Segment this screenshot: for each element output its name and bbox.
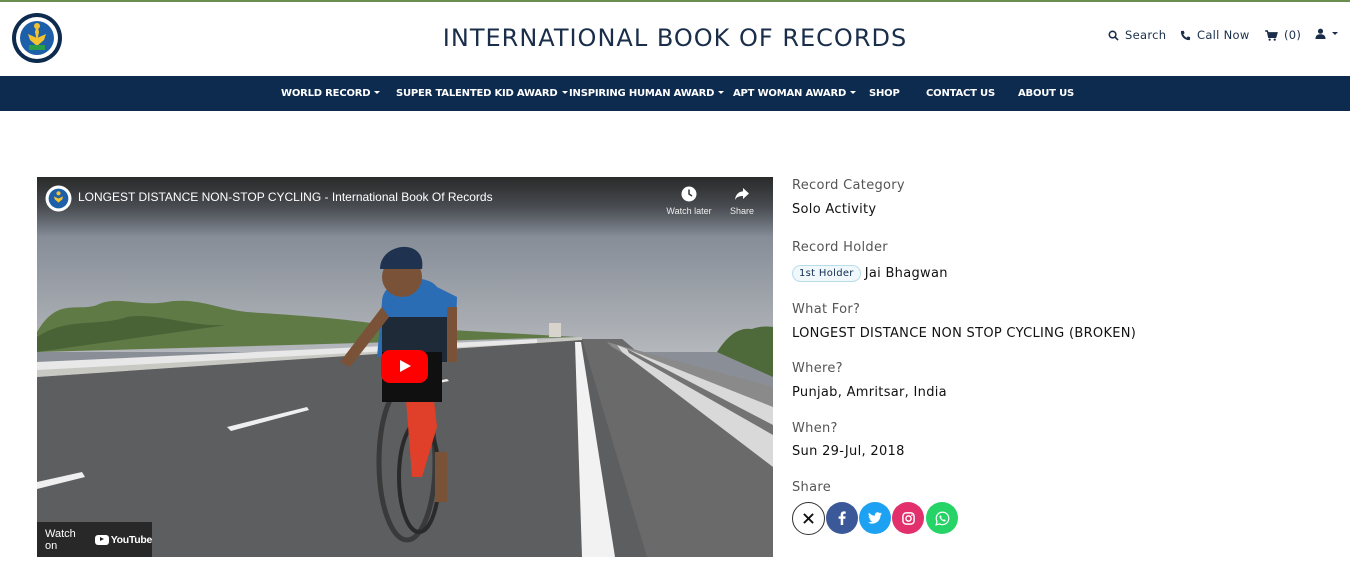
holder-rank-badge: 1st Holder — [792, 265, 861, 282]
chevron-down-icon — [1332, 32, 1338, 35]
instagram-icon — [901, 511, 915, 525]
record-holder-value: 1st Holder Jai Bhagwan — [792, 265, 948, 282]
holder-name[interactable]: Jai Bhagwan — [865, 266, 948, 281]
nav-item-label: SUPER TALENTED KID AWARD — [396, 88, 558, 99]
where-label: Where? — [792, 361, 843, 376]
user-icon — [1315, 28, 1326, 39]
channel-avatar[interactable] — [45, 185, 72, 212]
nav-about-us[interactable]: ABOUT US — [1018, 76, 1074, 111]
phone-icon — [1180, 30, 1191, 40]
what-for-value: LONGEST DISTANCE NON STOP CYCLING (BROKE… — [792, 326, 1137, 341]
call-now-label: Call Now — [1197, 28, 1250, 42]
nav-shop[interactable]: SHOP — [869, 76, 900, 111]
when-value: Sun 29-Jul, 2018 — [792, 444, 905, 459]
record-category-value: Solo Activity — [792, 202, 877, 217]
account-menu[interactable] — [1315, 28, 1338, 39]
search-label: Search — [1125, 28, 1167, 42]
share-arrow-icon — [735, 188, 749, 200]
watch-later-button[interactable]: Watch later — [659, 186, 719, 216]
cart-icon — [1265, 29, 1278, 41]
share-instagram-button[interactable] — [892, 502, 924, 534]
video-player[interactable]: LONGEST DISTANCE NON-STOP CYCLING - Inte… — [37, 177, 773, 557]
twitter-icon — [868, 512, 882, 524]
where-value: Punjab, Amritsar, India — [792, 385, 947, 400]
caret-down-icon — [561, 91, 568, 94]
site-header: INTERNATIONAL BOOK OF RECORDS Search Cal… — [0, 2, 1350, 76]
nav-item-label: SHOP — [869, 88, 900, 99]
play-button[interactable] — [381, 350, 428, 383]
video-share-label: Share — [729, 206, 755, 216]
when-label: When? — [792, 421, 838, 436]
nav-contact-us[interactable]: CONTACT US — [926, 76, 995, 111]
caret-down-icon — [374, 91, 381, 94]
search-icon — [1108, 30, 1119, 41]
call-now-link[interactable]: Call Now — [1180, 28, 1250, 42]
nav-world-record[interactable]: WORLD RECORD — [281, 76, 381, 111]
share-facebook-button[interactable] — [826, 502, 858, 534]
caret-down-icon — [850, 91, 857, 94]
video-share-button[interactable]: Share — [712, 186, 772, 216]
nav-inspiring-human-award[interactable]: INSPIRING HUMAN AWARD — [569, 76, 725, 111]
watch-later-label: Watch later — [666, 206, 712, 216]
facebook-icon — [838, 511, 846, 525]
main-nav: WORLD RECORD SUPER TALENTED KID AWARD IN… — [0, 76, 1350, 111]
youtube-play-icon — [94, 534, 109, 545]
youtube-logo: YouTube — [94, 533, 153, 546]
nav-item-label: WORLD RECORD — [281, 88, 371, 99]
cart-link[interactable]: (0) — [1265, 28, 1301, 42]
nav-item-label: CONTACT US — [926, 88, 995, 99]
cart-count: (0) — [1284, 28, 1302, 42]
share-x-button[interactable] — [792, 502, 825, 535]
share-label: Share — [792, 480, 832, 495]
record-holder-label: Record Holder — [792, 240, 888, 255]
caret-down-icon — [718, 91, 725, 94]
nav-super-talented-kid-award[interactable]: SUPER TALENTED KID AWARD — [396, 76, 568, 111]
share-whatsapp-button[interactable] — [926, 502, 958, 534]
search-link[interactable]: Search — [1108, 28, 1166, 42]
share-twitter-button[interactable] — [859, 502, 891, 534]
nav-item-label: INSPIRING HUMAN AWARD — [569, 88, 715, 99]
whatsapp-icon — [934, 511, 949, 526]
clock-icon — [681, 186, 697, 202]
x-icon — [803, 513, 814, 524]
record-category-label: Record Category — [792, 178, 905, 193]
what-for-label: What For? — [792, 302, 861, 317]
nav-item-label: APT WOMAN AWARD — [733, 88, 847, 99]
nav-item-label: ABOUT US — [1018, 88, 1075, 99]
watch-on-youtube-button[interactable]: Watch on YouTube — [37, 522, 152, 557]
video-title[interactable]: LONGEST DISTANCE NON-STOP CYCLING - Inte… — [78, 190, 493, 204]
watch-on-label: Watch on — [45, 527, 76, 552]
nav-apt-woman-award[interactable]: APT WOMAN AWARD — [733, 76, 857, 111]
youtube-wordmark: YouTube — [110, 533, 153, 546]
